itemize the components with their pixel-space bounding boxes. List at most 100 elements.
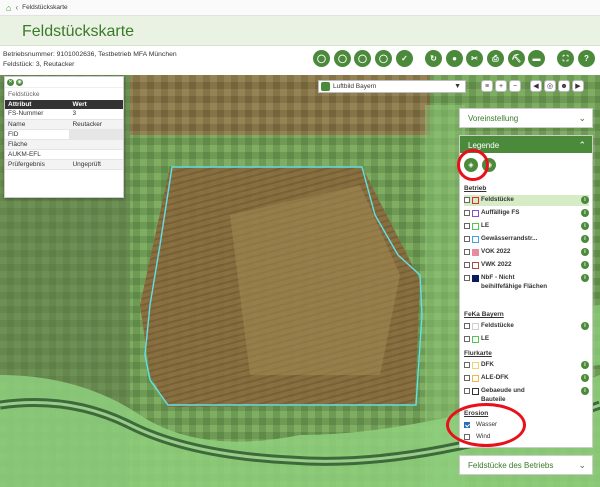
next-view-button[interactable]: ▶: [572, 80, 584, 92]
legend-label: VWK 2022: [481, 261, 512, 268]
user-icon: ☻: [560, 82, 568, 90]
field-tool-4-button[interactable]: ◯: [375, 50, 392, 67]
info-icon[interactable]: i: [581, 235, 589, 243]
farm-number: Betriebsnummer: 9101002636, Testbetrieb …: [3, 51, 177, 58]
help-icon: ?: [584, 54, 589, 63]
legend-swatch: [472, 361, 479, 369]
field-tool-3-icon: ◯: [358, 54, 367, 63]
info-icon[interactable]: i: [581, 361, 589, 369]
arrow-right-icon: ▶: [575, 83, 581, 90]
eye-icon[interactable]: ◉: [16, 78, 23, 86]
attr-value: Reutacker: [69, 119, 123, 130]
legend-item-feka-feldstuecke[interactable]: Feldstücke i: [464, 321, 589, 332]
layer-checkbox[interactable]: [464, 275, 470, 281]
bottom-panel: Feldstücke des Betriebs ⌄: [459, 455, 593, 475]
zoom-out-button[interactable]: −: [509, 80, 521, 92]
legend-item-ale-dfk[interactable]: ALE-DFK i: [464, 373, 589, 384]
breadcrumb[interactable]: Feldstückskarte: [22, 4, 68, 11]
attr-name: AUKM-EFL: [5, 149, 70, 160]
legend-item-feka-le[interactable]: LE: [464, 334, 589, 345]
field-tool-4-icon: ◯: [379, 54, 388, 63]
annotation-circle-erosion: [446, 403, 526, 447]
layer-checkbox[interactable]: [464, 197, 470, 203]
legend-item-vwk[interactable]: VWK 2022 i: [464, 260, 589, 271]
legend-swatch: [472, 374, 479, 382]
field-tool-3-button[interactable]: ◯: [354, 50, 371, 67]
layer-checkbox[interactable]: [464, 262, 470, 268]
measure-1-icon: ↻: [430, 54, 437, 63]
legend-item-feldstuecke[interactable]: Feldstücke i: [464, 195, 589, 206]
layer-checkbox[interactable]: [464, 249, 470, 255]
legend-swatch: [472, 222, 479, 230]
layer-checkbox[interactable]: [464, 375, 470, 381]
layer-checkbox[interactable]: [464, 323, 470, 329]
legend-label: Feldstücke: [481, 196, 514, 203]
feldstuecke-betrieb-label: Feldstücke des Betriebs: [468, 460, 554, 470]
info-icon[interactable]: i: [581, 322, 589, 330]
info-icon[interactable]: i: [581, 274, 589, 282]
measure-2-button[interactable]: ●: [446, 50, 463, 67]
ruler-button[interactable]: ▬: [528, 50, 545, 67]
attr-value: [69, 139, 123, 150]
attr-value: [69, 149, 123, 160]
chevron-down-icon: ⌄: [578, 459, 586, 470]
print-button[interactable]: ⎙: [487, 50, 504, 67]
legend-swatch: [472, 335, 479, 343]
info-icon[interactable]: i: [581, 248, 589, 256]
attribute-caption: Feldstücke: [5, 87, 123, 100]
field-tool-1-button[interactable]: ◯: [313, 50, 330, 67]
info-icon[interactable]: i: [581, 261, 589, 269]
measure-1-button[interactable]: ↻: [425, 50, 442, 67]
layer-checkbox[interactable]: [464, 362, 470, 368]
field-tool-5-button[interactable]: ✓: [396, 50, 413, 67]
layer-checkbox[interactable]: [464, 388, 470, 394]
legend-item-le[interactable]: LE i: [464, 221, 589, 232]
legend-item-vok[interactable]: VOK 2022 i: [464, 247, 589, 258]
layer-checkbox[interactable]: [464, 236, 470, 242]
help-button[interactable]: ?: [578, 50, 595, 67]
title-bar: Feldstückskarte: [0, 16, 600, 46]
tools-button[interactable]: ⛏: [508, 50, 525, 67]
field-tool-2-button[interactable]: ◯: [334, 50, 351, 67]
info-icon[interactable]: i: [581, 209, 589, 217]
voreinstellung-label: Voreinstellung: [468, 113, 519, 123]
layer-checkbox[interactable]: [464, 223, 470, 229]
print-icon: ⎙: [492, 53, 499, 63]
info-icon[interactable]: i: [581, 196, 589, 204]
home-icon[interactable]: ⌂: [6, 3, 11, 13]
info-icon[interactable]: i: [581, 387, 589, 395]
attr-value: [69, 129, 123, 140]
voreinstellung-accordion[interactable]: Voreinstellung ⌄: [459, 108, 593, 128]
layer-select[interactable]: Luftbild Bayern ▼: [318, 80, 466, 93]
close-icon[interactable]: ✕: [7, 78, 14, 86]
menu-button[interactable]: ≡: [481, 80, 493, 92]
crop-button[interactable]: ✂: [466, 50, 483, 67]
attr-name: FS-Nummer: [5, 109, 70, 120]
info-icon[interactable]: i: [581, 374, 589, 382]
legend-item-gewaesserrandstreifen[interactable]: Gewässerrandstr... i: [464, 234, 589, 245]
legend-item-dfk[interactable]: DFK i: [464, 360, 589, 371]
zoom-out-icon: −: [512, 82, 518, 90]
attr-name: FID: [5, 129, 70, 140]
user-button[interactable]: ☻: [558, 80, 570, 92]
globe-icon: ◎: [546, 83, 554, 90]
previous-view-button[interactable]: ◀: [530, 80, 542, 92]
zoom-in-button[interactable]: +: [495, 80, 507, 92]
legend-label: Feldstücke: [481, 322, 514, 329]
legend-item-auffaellige-fs[interactable]: Auffällige FS i: [464, 208, 589, 219]
globe-button[interactable]: ◎: [544, 80, 556, 92]
layer-checkbox[interactable]: [464, 336, 470, 342]
table-row: Name Reutacker: [5, 119, 123, 130]
table-row: AUKM-EFL: [5, 149, 123, 160]
legend-label: Gewässerrandstr...: [481, 235, 538, 242]
right-panel: Voreinstellung ⌄ Legende ⌃: [459, 108, 593, 155]
legend-label: Gebaeude und Bauteile: [481, 387, 525, 403]
chevron-left-icon: ‹: [15, 3, 19, 12]
layer-checkbox[interactable]: [464, 210, 470, 216]
feldstuecke-betrieb-accordion[interactable]: Feldstücke des Betriebs ⌄: [459, 455, 593, 475]
menu-icon: ≡: [484, 82, 490, 90]
fullscreen-button[interactable]: ⛶: [557, 50, 574, 67]
legend-item-nbf[interactable]: NbF - Nicht beihilfefähige Flächen i: [464, 273, 589, 305]
field-tool-2-icon: ◯: [338, 54, 347, 63]
info-icon[interactable]: i: [581, 222, 589, 230]
